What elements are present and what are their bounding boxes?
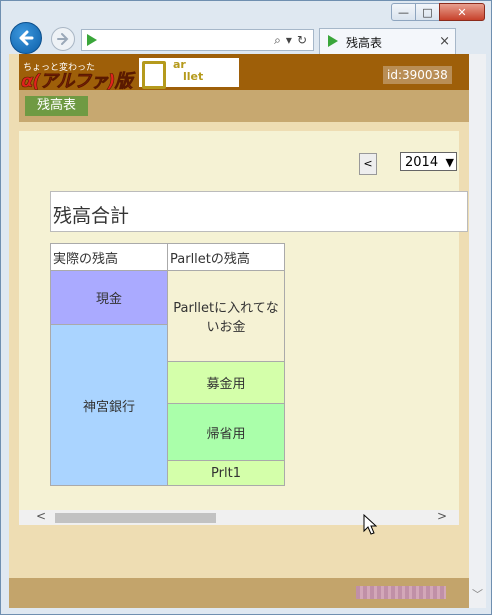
tab-site-icon [328,35,338,47]
tab-title: 残高表 [346,36,383,50]
scroll-left-icon[interactable]: < [36,509,46,523]
app-header: ちょっと変わった α(アルファ)版 ar llet id:390038 [19,54,469,92]
site-icon [87,34,97,46]
page-content: ちょっと変わった α(アルファ)版 ar llet id:390038 残高表 … [9,54,469,608]
header-actual-balance: 実際の残高 [51,244,168,271]
vertical-scrollbar[interactable]: ﹀ [469,54,486,608]
parllet-logo-mark [142,61,166,89]
refresh-icon[interactable]: ↻ [297,33,307,48]
parllet-cell-prlt1[interactable]: Prlt1 [168,461,284,485]
actual-cell-cash[interactable]: 現金 [51,271,168,325]
scroll-thumb[interactable] [55,513,216,523]
parllet-logo[interactable]: ar llet [139,58,239,89]
back-arrow-icon [19,30,34,46]
mouse-cursor-icon [363,514,377,535]
browser-tab[interactable]: 残高表 × [319,28,456,55]
browser-window: — □ ✕ ⌕ ▾ ↻ 残高表 × ちょっと変わった α(アルファ)版 ar l… [0,0,492,615]
parllet-cell-homecoming[interactable]: 帰省用 [168,404,284,461]
back-button[interactable] [10,22,42,54]
parllet-cell-donation[interactable]: 募金用 [168,362,284,404]
scroll-down-icon[interactable]: ﹀ [472,586,483,602]
chevron-down-icon: ▼ [445,156,454,169]
section-title-box: 残高合計 [50,191,468,232]
app-footer [9,578,469,608]
header-parllet-balance: Parlletの残高 [168,244,284,271]
year-select[interactable]: 2014 ▼ [400,152,457,171]
tab-close-icon[interactable]: × [439,34,450,49]
horizontal-scrollbar[interactable]: < > [19,509,459,525]
forward-button[interactable] [51,27,75,51]
scroll-right-icon[interactable]: > [437,509,447,523]
dropdown-icon[interactable]: ▾ [286,33,292,48]
address-bar[interactable]: ⌕ ▾ ↻ [81,29,314,51]
maximize-button[interactable]: □ [415,3,440,21]
parllet-logo-bottom: llet [183,70,204,83]
section-title: 残高合計 [53,205,130,227]
forward-arrow-icon [57,33,69,45]
nav-bar: 残高表 [19,90,469,122]
parllet-cell-unassigned[interactable]: Parlletに入れてないお金 [168,271,284,362]
main-panel: < 2014 ▼ 残高合計 実際の残高 Parlletの残高 現金 神宮銀行 P… [19,131,468,524]
blurred-footer-text [356,586,446,599]
previous-year-button[interactable]: < [359,153,377,175]
balance-table-nav-button[interactable]: 残高表 [25,96,88,116]
minimize-button[interactable]: — [391,3,416,21]
user-id-badge[interactable]: id:390038 [383,66,452,84]
close-button[interactable]: ✕ [439,3,485,21]
balance-table: 実際の残高 Parlletの残高 現金 神宮銀行 Parlletに入れてないお金… [50,243,285,486]
address-tools: ⌕ ▾ ↻ [274,33,307,48]
year-value: 2014 [405,155,439,170]
actual-cell-bank[interactable]: 神宮銀行 [51,325,168,485]
search-icon[interactable]: ⌕ [274,33,281,48]
